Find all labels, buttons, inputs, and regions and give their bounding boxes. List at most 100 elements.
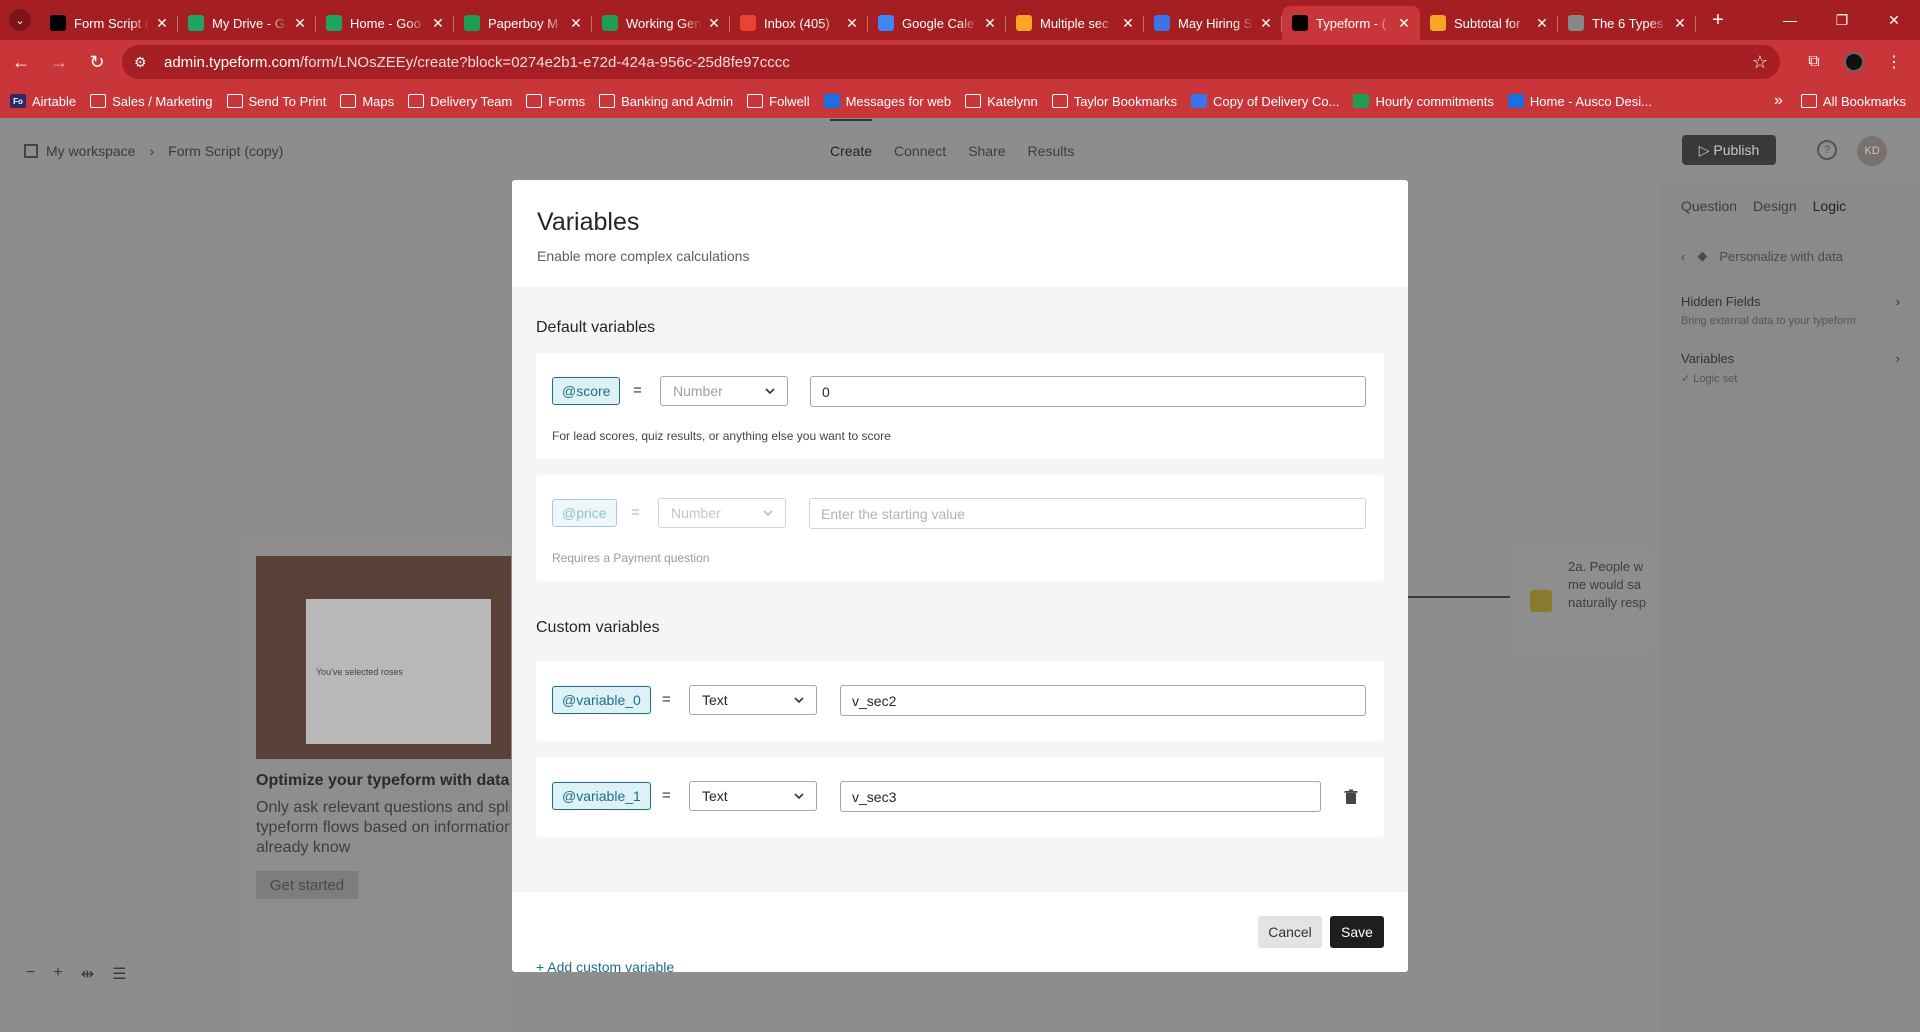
minimize-icon[interactable]: — (1764, 0, 1816, 40)
score-type-select[interactable]: Number (660, 376, 788, 406)
add-custom-variable-link[interactable]: + Add custom variable (536, 959, 674, 972)
get-started-button[interactable]: Get started (256, 871, 358, 899)
filter-icon[interactable]: ☰ (112, 964, 126, 984)
community-icon (1016, 15, 1032, 31)
tab-design[interactable]: Design (1753, 198, 1797, 214)
nav-share[interactable]: Share (968, 143, 1005, 159)
bookmark-label: Airtable (32, 93, 77, 109)
bookmark-item[interactable]: Katelynn (965, 94, 1038, 109)
google-docs-icon (1154, 15, 1170, 31)
folder-icon (408, 94, 425, 108)
custom-variable-card: @variable_0 = Text v_sec2 (536, 661, 1384, 741)
browser-tab[interactable]: Multiple sec ✕ (1006, 6, 1144, 40)
breadcrumb-form[interactable]: Form Script (copy) (168, 143, 283, 159)
browser-tab[interactable]: Working Gen ✕ (592, 6, 730, 40)
close-tab-icon[interactable]: ✕ (292, 15, 308, 32)
reload-button[interactable]: ↻ (80, 45, 114, 79)
close-tab-icon[interactable]: ✕ (1258, 15, 1274, 32)
browser-tab[interactable]: Paperboy M ✕ (454, 6, 592, 40)
close-tab-icon[interactable]: ✕ (1672, 15, 1688, 32)
custom-variable-type-select[interactable]: Text (689, 685, 817, 715)
close-tab-icon[interactable]: ✕ (1534, 15, 1550, 32)
bookmark-item[interactable]: Home - Ausco Desi... (1507, 94, 1652, 109)
close-tab-icon[interactable]: ✕ (1396, 15, 1412, 32)
chevron-right-icon: › (1895, 351, 1900, 366)
site-info-icon[interactable]: ⚙ (134, 54, 154, 71)
menu-icon[interactable]: ⋮ (1874, 52, 1914, 72)
all-bookmarks-button[interactable]: All Bookmarks (1800, 94, 1906, 109)
extensions-icon[interactable]: ⧉ (1794, 53, 1834, 71)
help-icon[interactable]: ? (1817, 140, 1837, 160)
browser-tab[interactable]: Home - Goo ✕ (316, 6, 454, 40)
close-tab-icon[interactable]: ✕ (1120, 15, 1136, 32)
address-bar[interactable]: ⚙ admin.typeform.com/form/LNOsZEEy/creat… (122, 45, 1780, 79)
more-bookmarks-icon[interactable]: » (1774, 92, 1783, 110)
close-tab-icon[interactable]: ✕ (154, 15, 170, 32)
bookmark-item[interactable]: Fo Airtable (10, 94, 76, 109)
breadcrumb-workspace[interactable]: My workspace (46, 143, 135, 159)
browser-tab[interactable]: Typeform - (✕ (1282, 6, 1420, 40)
browser-tab[interactable]: The 6 Types ✕ (1558, 6, 1696, 40)
browser-tab[interactable]: Google Cale ✕ (868, 6, 1006, 40)
bookmark-item[interactable]: Sales / Marketing (90, 94, 213, 109)
chevron-left-icon[interactable]: ‹ (1681, 249, 1685, 264)
hidden-fields-row[interactable]: Hidden Fields › (1681, 294, 1900, 309)
bookmark-item[interactable]: Forms (526, 94, 585, 109)
close-window-icon[interactable]: ✕ (1868, 0, 1920, 40)
nav-create[interactable]: Create (830, 119, 873, 159)
custom-variables-heading: Custom variables (536, 619, 660, 636)
custom-variable-type-select[interactable]: Text (689, 781, 817, 811)
bookmark-item[interactable]: Delivery Team (408, 94, 512, 109)
custom-variable-value-input[interactable]: v_sec2 (840, 685, 1366, 716)
close-tab-icon[interactable]: ✕ (706, 15, 722, 32)
question-node[interactable]: 2a. People w me would sa naturally resp (1512, 546, 1652, 654)
close-tab-icon[interactable]: ✕ (568, 15, 584, 32)
back-button[interactable]: ← (4, 45, 38, 79)
nav-connect[interactable]: Connect (894, 143, 946, 159)
close-tab-icon[interactable]: ✕ (430, 15, 446, 32)
bookmark-label: Delivery Team (430, 93, 513, 109)
google-calendar-icon (878, 15, 894, 31)
tab-question[interactable]: Question (1681, 198, 1737, 214)
bookmark-item[interactable]: Taylor Bookmarks (1051, 94, 1177, 109)
profile-avatar[interactable] (1834, 52, 1874, 72)
bookmark-item[interactable]: Copy of Delivery Co... (1191, 94, 1339, 109)
bookmark-item[interactable]: Send To Print (226, 94, 326, 109)
zoom-in-icon[interactable]: + (53, 964, 62, 984)
fit-view-icon[interactable]: ⇹ (81, 964, 94, 984)
browser-tab[interactable]: Inbox (405) ✕ (730, 6, 868, 40)
tab-search-button[interactable]: ⌄ (0, 0, 40, 40)
nav-results[interactable]: Results (1028, 143, 1075, 159)
cancel-button[interactable]: Cancel (1258, 916, 1322, 948)
score-value-input[interactable]: 0 (810, 376, 1366, 407)
trash-icon[interactable] (1343, 789, 1359, 805)
variables-row[interactable]: Variables › (1681, 351, 1900, 366)
bookmark-item[interactable]: Banking and Admin (599, 94, 733, 109)
browser-tab[interactable]: May Hiring S ✕ (1144, 6, 1282, 40)
bookmark-item[interactable]: Folwell (747, 94, 810, 109)
bookmark-item[interactable]: Maps (340, 94, 394, 109)
new-tab-button[interactable]: + (1700, 9, 1736, 32)
user-avatar[interactable]: KD (1857, 136, 1887, 166)
zoom-out-icon[interactable]: − (26, 964, 35, 984)
bookmark-item[interactable]: Hourly commitments (1353, 94, 1494, 109)
tab-logic[interactable]: Logic (1813, 198, 1846, 214)
bookmark-item[interactable]: Messages for web (823, 94, 951, 109)
promo-text: Only ask relevant questions and split ty… (256, 799, 510, 856)
restore-icon[interactable]: ❐ (1816, 0, 1868, 40)
modal-title: Variables (537, 208, 640, 236)
browser-tab-strip: ⌄ Form Script (✕ My Drive - G ✕ Home - Goo ✕… (0, 0, 1920, 40)
app-header: My workspace › Form Script (copy) Create… (0, 118, 1920, 184)
typeform-icon (50, 15, 66, 31)
forward-button[interactable]: → (42, 45, 76, 79)
publish-button[interactable]: ▷ Publish (1682, 135, 1776, 165)
close-tab-icon[interactable]: ✕ (844, 15, 860, 32)
browser-tab[interactable]: Subtotal for ✕ (1420, 6, 1558, 40)
save-button[interactable]: Save (1330, 916, 1384, 948)
custom-variable-value-input[interactable]: v_sec3 (840, 781, 1321, 812)
close-tab-icon[interactable]: ✕ (982, 15, 998, 32)
bookmark-label: Copy of Delivery Co... (1213, 93, 1340, 109)
browser-tab[interactable]: My Drive - G ✕ (178, 6, 316, 40)
browser-tab[interactable]: Form Script (✕ (40, 6, 178, 40)
bookmark-star-icon[interactable]: ☆ (1752, 52, 1768, 73)
